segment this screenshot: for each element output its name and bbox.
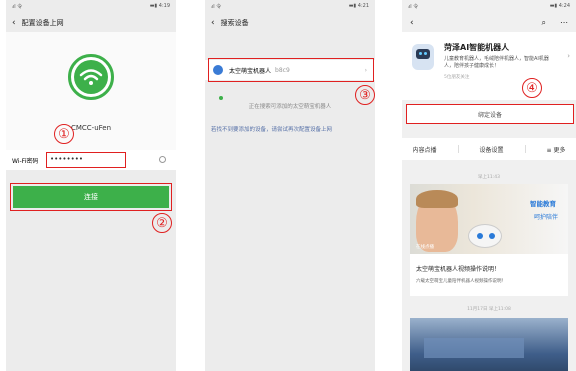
phone-screen-wifi-config: ᵢıl 令 ▬▮ 4:19 ‹ 配置设备上网 CMCC-uFen ① Wi-Fi…: [6, 0, 176, 371]
nav-bar: ‹ 搜索设备: [205, 14, 375, 32]
bind-highlight: 绑定设备: [406, 104, 574, 124]
retry-hint[interactable]: 若找不到要添加的设备，请尝试再次配置设备上网: [211, 126, 369, 134]
password-row: Wi-Fi密码 ••••••••: [6, 150, 176, 170]
article-title: 太空萌宝机器人视频操作说明！: [416, 266, 501, 273]
article-subtitle: 六载太空萌宝儿童陪伴机器人视频操作说明！: [416, 279, 506, 284]
searching-text: 正在搜索可添加的太空萌宝机器人: [248, 104, 332, 110]
battery-time: ▬▮ 4:19: [149, 3, 170, 9]
wifi-ssid: CMCC-uFen: [70, 124, 112, 132]
article-card-2[interactable]: [410, 318, 568, 371]
password-label: Wi-Fi密码: [12, 157, 39, 165]
robot-toy: [468, 224, 502, 248]
status-bar: ᵢıl 令 ▬▮ 4:24: [402, 0, 576, 14]
connect-highlight: 连接: [10, 183, 172, 211]
video-tag: 在线点播: [416, 245, 434, 250]
loading-dot-icon: [219, 96, 223, 100]
show-password-icon[interactable]: [159, 156, 166, 163]
chevron-right-icon: ›: [567, 52, 570, 60]
password-input[interactable]: ••••••••: [46, 152, 126, 168]
search-icon[interactable]: ⌕: [542, 18, 546, 28]
wifi-panel: CMCC-uFen: [6, 32, 176, 150]
phone-screen-official-account: ᵢıl 令 ▬▮ 4:24 ‹ ⌕ ⋯ 菏泽AI智能机器人 儿童教育机器人，毛绒…: [402, 0, 576, 371]
battery-time: ▬▮ 4:24: [549, 3, 570, 9]
tab-content[interactable]: 内容点播: [413, 145, 437, 154]
tab-more-label: 更多: [553, 146, 566, 154]
timestamp-2: 11月17日 早上11:08: [467, 307, 511, 312]
profile-name: 菏泽AI智能机器人: [444, 43, 510, 52]
device-highlight: [208, 58, 374, 82]
nav-bar: ‹ ⌕ ⋯: [402, 14, 576, 32]
back-icon[interactable]: ‹: [12, 18, 16, 28]
connect-button[interactable]: 连接: [13, 186, 169, 208]
tab-device-settings[interactable]: 设备设置: [480, 145, 504, 154]
annotation-2: ②: [152, 213, 172, 233]
profile-header[interactable]: 菏泽AI智能机器人 儿童教育机器人，毛绒陪伴机器人，智能AI机器人，陪伴孩子健康…: [402, 32, 576, 100]
more-icon[interactable]: ⋯: [560, 18, 568, 27]
profile-description: 儿童教育机器人，毛绒陪伴机器人，智能AI机器人，陪伴孩子健康成长！: [444, 56, 549, 69]
status-bar: ᵢıl 令 ▬▮ 4:21: [205, 0, 375, 14]
signal-icon: ᵢıl 令: [211, 4, 222, 10]
annotation-1: ①: [54, 124, 74, 144]
article-image: 智能教育 呵护陪伴 在线点播: [410, 184, 568, 254]
back-icon[interactable]: ‹: [211, 18, 215, 28]
battery-time: ▬▮ 4:21: [348, 3, 369, 9]
page-title: 配置设备上网: [21, 19, 64, 27]
status-bar: ᵢıl 令 ▬▮ 4:19: [6, 0, 176, 14]
timestamp: 早上11:43: [478, 175, 500, 180]
phone-screen-search-device: ᵢıl 令 ▬▮ 4:21 ‹ 搜索设备 太空萌宝机器人 b8c9 › ③ 正在…: [205, 0, 375, 371]
signal-icon: ᵢıl 令: [408, 4, 419, 10]
bind-device-button[interactable]: 绑定设备: [407, 105, 573, 123]
page-title: 搜索设备: [220, 19, 249, 27]
back-icon[interactable]: ‹: [410, 18, 414, 28]
avatar: [412, 44, 434, 70]
tab-more[interactable]: ≡ 更多: [547, 145, 566, 154]
annotation-4: ④: [522, 78, 542, 98]
wifi-icon: [68, 54, 114, 100]
follow-count: 5位朋友关注: [444, 75, 470, 80]
article-card[interactable]: 智能教育 呵护陪伴 在线点播 太空萌宝机器人视频操作说明！ 六载太空萌宝儿童陪伴…: [410, 184, 568, 296]
signal-icon: ᵢıl 令: [12, 4, 23, 10]
nav-bar: ‹ 配置设备上网: [6, 14, 176, 32]
image-tagline-1: 智能教育: [530, 200, 556, 208]
image-tagline-2: 呵护陪伴: [533, 214, 558, 221]
menu-bar: 内容点播 设备设置 ≡ 更多: [402, 138, 576, 160]
